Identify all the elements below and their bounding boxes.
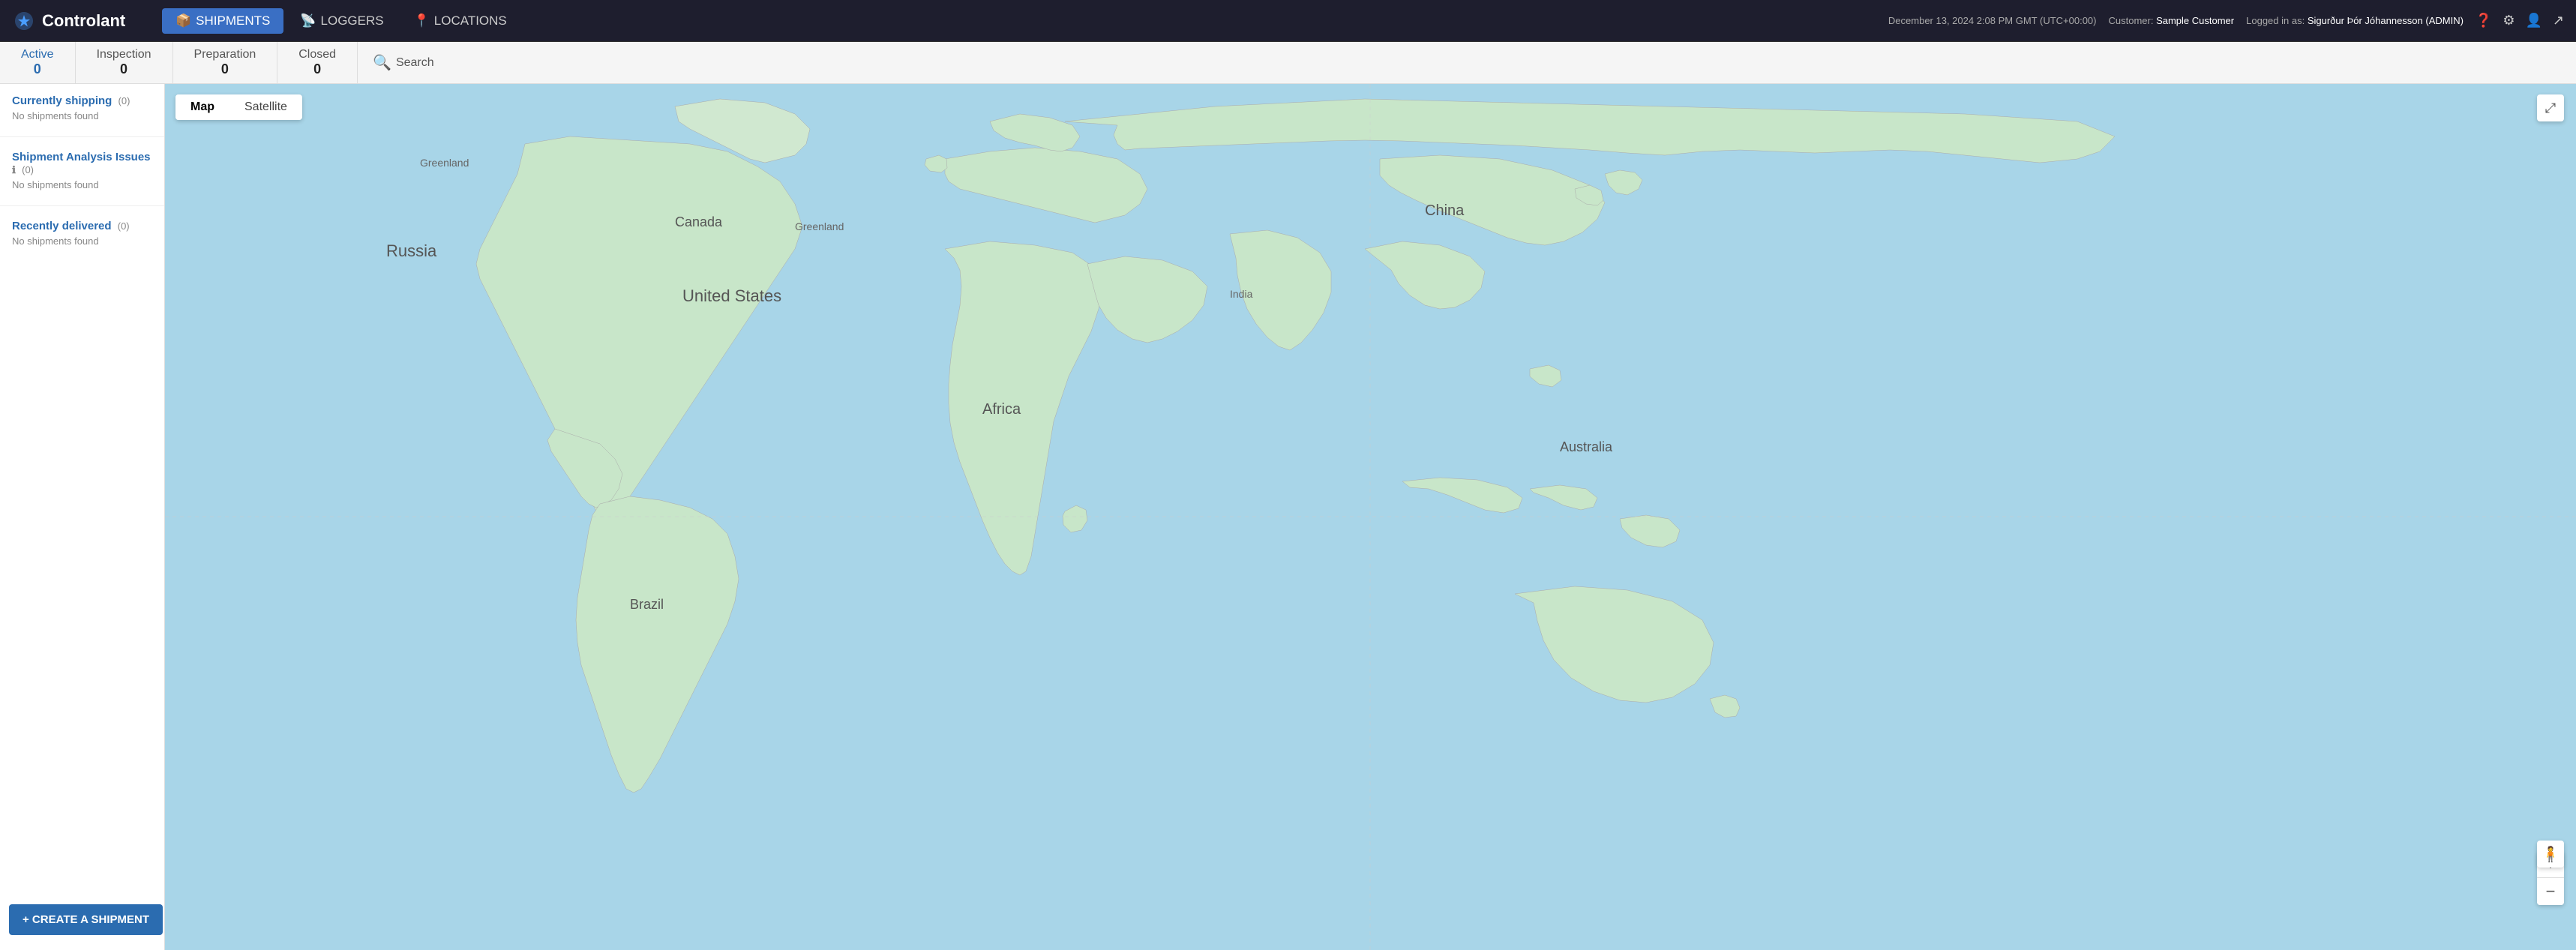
shipments-icon: 📦 [175,13,191,28]
divider-1 [0,136,164,137]
analysis-issues-section: Shipment Analysis Issues ℹ (0) No shipme… [0,140,164,202]
logged-in-label: Logged in as: Sigurður Þór Jóhannesson (… [2246,15,2464,26]
locations-icon: 📍 [414,13,430,28]
tab-preparation-count: 0 [221,61,229,77]
recently-delivered-count: (0) [118,220,130,232]
tab-closed[interactable]: Closed 0 [277,42,358,83]
nav-shipments[interactable]: 📦 SHIPMENTS [162,8,283,34]
tab-search[interactable]: 🔍 Search [358,42,449,83]
map-toggle: Map Satellite [175,94,302,120]
map-toggle-map[interactable]: Map [175,94,229,120]
svg-text:Africa: Africa [982,401,1021,418]
svg-text:Australia: Australia [1560,439,1613,454]
currently-shipping-title: Currently shipping (0) [12,94,152,107]
loggers-icon: 📡 [300,13,316,28]
nav-right-area: December 13, 2024 2:08 PM GMT (UTC+00:00… [1888,13,2564,28]
tab-active-label: Active [21,48,54,61]
nav-loggers[interactable]: 📡 LOGGERS [286,8,397,34]
top-navigation: Controlant 📦 SHIPMENTS 📡 LOGGERS 📍 LOCAT… [0,0,2576,42]
tab-active[interactable]: Active 0 [0,42,76,83]
tab-inspection-label: Inspection [97,48,151,61]
settings-icon[interactable]: ⚙ [2503,13,2515,28]
tab-preparation[interactable]: Preparation 0 [173,42,278,83]
nav-pills: 📦 SHIPMENTS 📡 LOGGERS 📍 LOCATIONS [162,8,520,34]
map-toggle-satellite[interactable]: Satellite [229,94,302,120]
analysis-issues-count: (0) [22,164,34,175]
recently-delivered-section: Recently delivered (0) No shipments foun… [0,209,164,259]
recently-delivered-empty: No shipments found [12,235,152,247]
sidebar: Currently shipping (0) No shipments foun… [0,84,165,950]
nav-locations[interactable]: 📍 LOCATIONS [400,8,520,34]
logo-icon [12,9,36,33]
zoom-out-button[interactable]: − [2537,878,2564,905]
logo: Controlant [12,9,147,33]
user-icon[interactable]: 👤 [2525,13,2542,28]
nav-icons: ❓ ⚙ 👤 ↗ [2476,13,2564,28]
tab-closed-count: 0 [313,61,321,77]
recently-delivered-title: Recently delivered (0) [12,220,152,232]
analysis-issues-title: Shipment Analysis Issues ℹ (0) [12,151,152,176]
external-link-icon[interactable]: ↗ [2553,13,2564,28]
divider-2 [0,205,164,206]
svg-text:India: India [1230,288,1253,300]
currently-shipping-section: Currently shipping (0) No shipments foun… [0,84,164,133]
create-shipment-button[interactable]: + CREATE A SHIPMENT [9,904,163,935]
tab-active-count: 0 [34,61,41,77]
svg-text:United States: United States [682,286,781,305]
status-bar: Active 0 Inspection 0 Preparation 0 Clos… [0,42,2576,84]
currently-shipping-empty: No shipments found [12,110,152,121]
search-label: Search [396,56,434,70]
svg-text:Canada: Canada [675,214,723,229]
tab-inspection-count: 0 [120,61,127,77]
help-icon[interactable]: ❓ [2476,13,2492,28]
map-expand-button[interactable]: ⤢ [2537,94,2564,121]
svg-text:China: China [1425,202,1465,219]
map-container: Map Satellite ⤢ [165,84,2576,950]
svg-text:Greenland: Greenland [795,220,844,232]
customer-label: Customer: Sample Customer [2108,15,2234,26]
pegman-control[interactable]: 🧍 [2537,841,2564,868]
search-icon: 🔍 [373,53,391,72]
analysis-issues-empty: No shipments found [12,179,152,190]
datetime-display: December 13, 2024 2:08 PM GMT (UTC+00:00… [1888,15,2097,26]
svg-text:Russia: Russia [386,241,437,260]
tab-closed-label: Closed [298,48,336,61]
main-layout: Currently shipping (0) No shipments foun… [0,84,2576,950]
info-icon: ℹ [12,164,16,175]
world-map[interactable]: Russia United States Canada Brazil Afric… [165,84,2576,950]
currently-shipping-count: (0) [118,95,130,106]
svg-text:Brazil: Brazil [630,597,664,612]
logo-text: Controlant [42,11,125,31]
tab-preparation-label: Preparation [194,48,256,61]
svg-text:Greenland: Greenland [420,157,469,169]
tab-inspection[interactable]: Inspection 0 [76,42,173,83]
